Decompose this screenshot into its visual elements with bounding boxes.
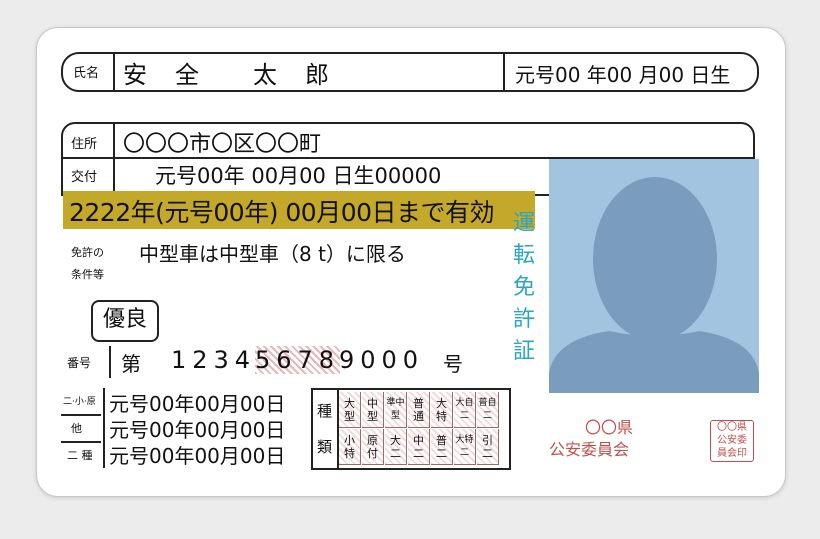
conditions-label-1: 免許の xyxy=(71,246,104,259)
card-title-char: 免 xyxy=(512,275,535,300)
number-digits-c: 9000 xyxy=(339,346,425,374)
date-row-label-1: 二·小·原 xyxy=(63,397,96,407)
seal-line: 〇〇県 xyxy=(717,422,747,433)
name-row: 氏名 安 全 太 郎 元号00 年00 月00 日生 xyxy=(61,52,759,92)
license-kind-grid: 種 類 大型 中型 準中型 普通 大特 大自二 普自二 小特 原付 大二 中二 … xyxy=(311,388,511,470)
date-row-label-2: 他 xyxy=(71,422,82,435)
issuer-line-2: 公安委員会 xyxy=(549,440,630,459)
kind-cell: 大特 xyxy=(431,392,453,428)
kind-cell: 大二 xyxy=(385,429,407,465)
number-suffix: 号 xyxy=(443,352,463,376)
seal-line: 員会印 xyxy=(717,448,747,459)
validity-banner: 2222年(元号00年) 00月00日まで有効 xyxy=(63,191,535,229)
conditions-label-2: 条件等 xyxy=(71,268,104,281)
number-label: 番号 xyxy=(67,356,92,370)
address-value: 〇〇〇市〇区〇〇町 xyxy=(123,132,322,157)
date-row-value-3: 元号00年00月00日 xyxy=(109,444,286,468)
kind-cell: 中型 xyxy=(362,392,384,428)
conditions-value: 中型車は中型車（8 t）に限る xyxy=(139,242,406,266)
seal-line: 公安委 xyxy=(717,435,747,446)
kind-cell: 普自二 xyxy=(477,392,499,428)
kind-cell: 引二 xyxy=(477,429,499,465)
date-row-value-1: 元号00年00月00日 xyxy=(109,392,286,416)
issue-value: 元号00年 00月00 日生00000 xyxy=(155,164,442,188)
kind-cell: 準中型 xyxy=(385,392,407,428)
date-row-value-2: 元号00年00月00日 xyxy=(109,418,286,442)
kind-cell: 大自二 xyxy=(454,392,476,428)
kind-cell: 小特 xyxy=(339,429,361,465)
kind-label-top: 種 xyxy=(317,402,333,420)
official-seal: 〇〇県 公安委 員会印 xyxy=(710,420,754,462)
card-title-char: 許 xyxy=(512,307,535,332)
kind-cell: 普通 xyxy=(408,392,430,428)
issuer-line-1: 〇〇県 xyxy=(585,418,634,437)
kind-cell: 大特二 xyxy=(454,429,476,465)
holder-photo xyxy=(549,159,759,393)
license-card: 氏名 安 全 太 郎 元号00 年00 月00 日生 住所 〇〇〇市〇区〇〇町 … xyxy=(36,27,786,497)
valid-until: 2222年(元号00年) 00月00日まで有効 xyxy=(69,198,495,227)
address-label: 住所 xyxy=(71,137,98,152)
birth-date: 元号00 年00 月00 日生 xyxy=(515,63,731,87)
number-digits-a: 1234 xyxy=(171,346,257,374)
card-title: 運 転 免 許 証 xyxy=(509,208,539,368)
issue-label: 交付 xyxy=(71,170,98,185)
number-digits-b: 5678 xyxy=(255,346,341,374)
kind-cell: 普二 xyxy=(431,429,453,465)
holder-name: 安 全 太 郎 xyxy=(123,61,331,89)
number-prefix: 第 xyxy=(121,352,141,376)
kind-cell: 中二 xyxy=(408,429,430,465)
card-title-char: 運 xyxy=(512,211,535,236)
silhouette-icon xyxy=(549,177,759,393)
category-dates: 二·小·原 他 二 種 元号00年00月00日 元号00年00月00日 元号00… xyxy=(61,388,305,468)
name-label: 氏名 xyxy=(73,66,100,81)
date-row-label-3: 二 種 xyxy=(67,449,93,462)
kind-cell: 原付 xyxy=(362,429,384,465)
card-title-char: 転 xyxy=(512,243,535,268)
kind-label-bottom: 類 xyxy=(317,438,333,456)
card-title-char: 証 xyxy=(512,339,535,364)
excellent-badge: 優良 xyxy=(91,300,159,342)
kind-cell: 大型 xyxy=(339,392,361,428)
